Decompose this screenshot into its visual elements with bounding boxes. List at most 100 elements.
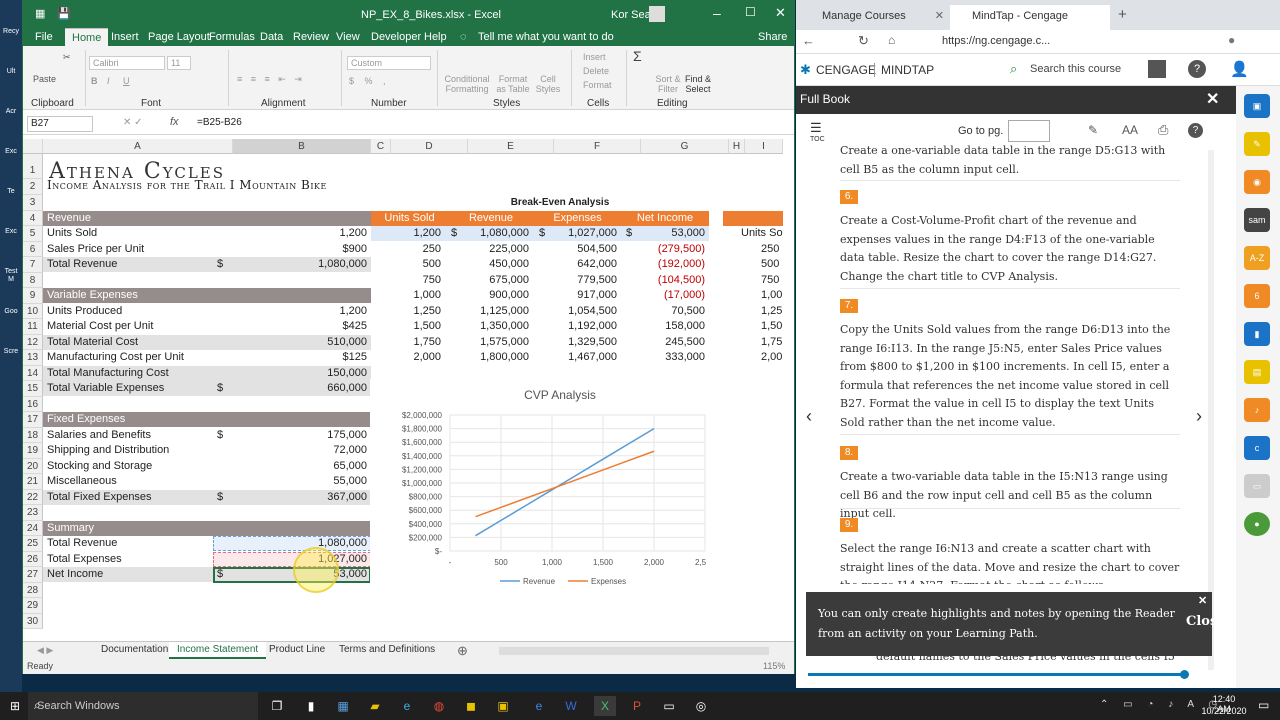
row-header[interactable]: 1 bbox=[23, 154, 43, 179]
clock-date[interactable]: 10/22/2020 bbox=[1200, 706, 1248, 716]
expenses-cell[interactable]: 1,329,500 bbox=[551, 335, 617, 350]
autosum-icon[interactable]: Σ bbox=[633, 48, 642, 64]
units-sold-cell[interactable]: 1,500 bbox=[371, 319, 441, 334]
row-label[interactable]: Total Expenses bbox=[47, 552, 227, 567]
close-notice-button[interactable]: Clos bbox=[1186, 614, 1217, 629]
tab-page-layout[interactable]: Page Layout bbox=[148, 30, 210, 44]
row-value[interactable]: 72,000 bbox=[233, 443, 367, 458]
expenses-cell[interactable]: 917,000 bbox=[551, 288, 617, 303]
row-label[interactable]: Miscellaneous bbox=[47, 474, 227, 489]
highlight-icon[interactable]: ✎ bbox=[1088, 123, 1098, 137]
desktop-icon-label[interactable]: Acr bbox=[2, 108, 20, 116]
currency-symbol[interactable]: $ bbox=[539, 226, 549, 241]
row-label[interactable]: Units Produced bbox=[47, 304, 227, 319]
prev-page-icon[interactable]: ‹ bbox=[806, 406, 812, 427]
selected-cell[interactable] bbox=[213, 567, 371, 583]
row-header[interactable]: 28 bbox=[23, 582, 43, 598]
column-i-value[interactable]: 2,00 bbox=[761, 350, 783, 365]
section-header[interactable]: Fixed Expenses bbox=[47, 412, 227, 427]
progress-handle[interactable] bbox=[1180, 670, 1189, 679]
row-label[interactable]: Total Revenue bbox=[47, 536, 227, 551]
column-i-value[interactable]: 500 bbox=[761, 257, 783, 272]
row-header[interactable]: 24 bbox=[23, 520, 43, 536]
tell-me-search[interactable]: Tell me what you want to do bbox=[478, 30, 614, 44]
revenue-cell[interactable]: 450,000 bbox=[463, 257, 529, 272]
row-value[interactable]: 1,200 bbox=[233, 304, 367, 319]
expenses-cell[interactable]: 1,192,000 bbox=[551, 319, 617, 334]
cnow-icon[interactable]: c bbox=[1244, 436, 1270, 460]
row-header[interactable]: 18 bbox=[23, 427, 43, 443]
page-input[interactable] bbox=[1008, 120, 1050, 142]
column-i-value[interactable]: 1,25 bbox=[761, 304, 783, 319]
avatar[interactable] bbox=[649, 6, 665, 22]
net-income-cell[interactable]: (192,000) bbox=[633, 257, 705, 272]
column-i-value[interactable]: 750 bbox=[761, 273, 783, 288]
app-icon-4[interactable]: ◎ bbox=[690, 696, 712, 716]
number-buttons[interactable]: $ % , bbox=[349, 76, 390, 86]
net-income-cell[interactable]: (104,500) bbox=[633, 273, 705, 288]
minimize-icon[interactable]: – bbox=[713, 5, 721, 21]
edge-legacy-icon[interactable]: e bbox=[528, 696, 550, 716]
net-income-cell[interactable]: 245,500 bbox=[633, 335, 705, 350]
row-header[interactable]: 19 bbox=[23, 443, 43, 459]
expenses-cell[interactable]: 779,500 bbox=[551, 273, 617, 288]
row-header[interactable]: 20 bbox=[23, 458, 43, 474]
column-header[interactable]: G bbox=[641, 139, 729, 154]
row-value[interactable]: 510,000 bbox=[233, 335, 367, 350]
column-i-value[interactable]: 1,00 bbox=[761, 288, 783, 303]
tab-view[interactable]: View bbox=[336, 30, 360, 44]
units-sold-label[interactable]: Units Sol bbox=[741, 226, 783, 241]
desktop-icon-label[interactable]: Recy bbox=[2, 28, 20, 36]
row-header[interactable]: 11 bbox=[23, 319, 43, 335]
units-sold-cell[interactable]: 2,000 bbox=[371, 350, 441, 365]
row-header[interactable]: 8 bbox=[23, 272, 43, 288]
edge-icon[interactable]: e bbox=[396, 696, 418, 716]
chrome-icon[interactable]: ◍ bbox=[428, 696, 450, 716]
revenue-cell[interactable]: 1,125,000 bbox=[463, 304, 529, 319]
expenses-cell[interactable]: 1,054,500 bbox=[551, 304, 617, 319]
units-sold-cell[interactable]: 250 bbox=[371, 242, 441, 257]
share-button[interactable]: Share bbox=[758, 30, 787, 44]
chart-icon[interactable] bbox=[1148, 60, 1166, 78]
sheet-nav-icons[interactable]: ◀ ▶ bbox=[37, 645, 53, 656]
net-income-cell[interactable]: 70,500 bbox=[633, 304, 705, 319]
breakeven-header[interactable]: Revenue bbox=[448, 211, 534, 226]
tab-review[interactable]: Review bbox=[293, 30, 329, 44]
row-value[interactable]: $900 bbox=[233, 242, 367, 257]
row-label[interactable]: Stocking and Storage bbox=[47, 459, 227, 474]
row-label[interactable]: Total Variable Expenses bbox=[47, 381, 227, 396]
tab-insert[interactable]: Insert bbox=[111, 30, 139, 44]
url-field[interactable]: https://ng.cengage.c... bbox=[942, 35, 1050, 47]
course-search[interactable]: Search this course bbox=[1030, 63, 1121, 75]
row-header[interactable]: 2 bbox=[23, 179, 43, 195]
revenue-cell[interactable]: 675,000 bbox=[463, 273, 529, 288]
name-box[interactable]: B27 bbox=[27, 116, 93, 132]
row-header[interactable]: 9 bbox=[23, 288, 43, 304]
row-header[interactable]: 21 bbox=[23, 474, 43, 490]
row-header[interactable]: 16 bbox=[23, 396, 43, 412]
close-reader-icon[interactable]: ✕ bbox=[1206, 89, 1219, 109]
insert-cells-button[interactable]: Insert bbox=[583, 52, 606, 62]
align-buttons[interactable]: ≡ ≡ ≡ ⇤ ⇥ bbox=[237, 74, 305, 85]
row-header[interactable]: 15 bbox=[23, 381, 43, 397]
audio-icon[interactable]: ♪ bbox=[1244, 398, 1270, 422]
task-view-icon[interactable]: ❐ bbox=[266, 696, 288, 716]
breakeven-header[interactable]: Expenses bbox=[534, 211, 621, 226]
search-box[interactable]: ⌕ Search Windows bbox=[28, 692, 258, 720]
sheet-tab-product-line[interactable]: Product Line bbox=[261, 642, 333, 659]
row-header[interactable]: 6 bbox=[23, 241, 43, 257]
sheet-tab-documentation[interactable]: Documentation bbox=[93, 642, 176, 659]
desktop-icon-label[interactable]: Exc bbox=[2, 228, 20, 236]
tab-developer[interactable]: Developer bbox=[371, 30, 421, 44]
breakeven-title[interactable]: Break-Even Analysis bbox=[391, 195, 729, 210]
column-header[interactable]: F bbox=[554, 139, 641, 154]
row-header[interactable]: 12 bbox=[23, 334, 43, 350]
sheet-subtitle[interactable]: Income Analysis for the Trail I Mountain… bbox=[47, 178, 377, 193]
desktop-icon-label[interactable]: Test M bbox=[2, 268, 20, 284]
tab-data[interactable]: Data bbox=[260, 30, 283, 44]
row-label[interactable]: Manufacturing Cost per Unit bbox=[47, 350, 227, 365]
column-header[interactable]: I bbox=[745, 139, 783, 154]
section-header[interactable]: Summary bbox=[47, 521, 227, 536]
paste-button[interactable]: Paste bbox=[33, 74, 56, 84]
column-i-value[interactable]: 1,50 bbox=[761, 319, 783, 334]
